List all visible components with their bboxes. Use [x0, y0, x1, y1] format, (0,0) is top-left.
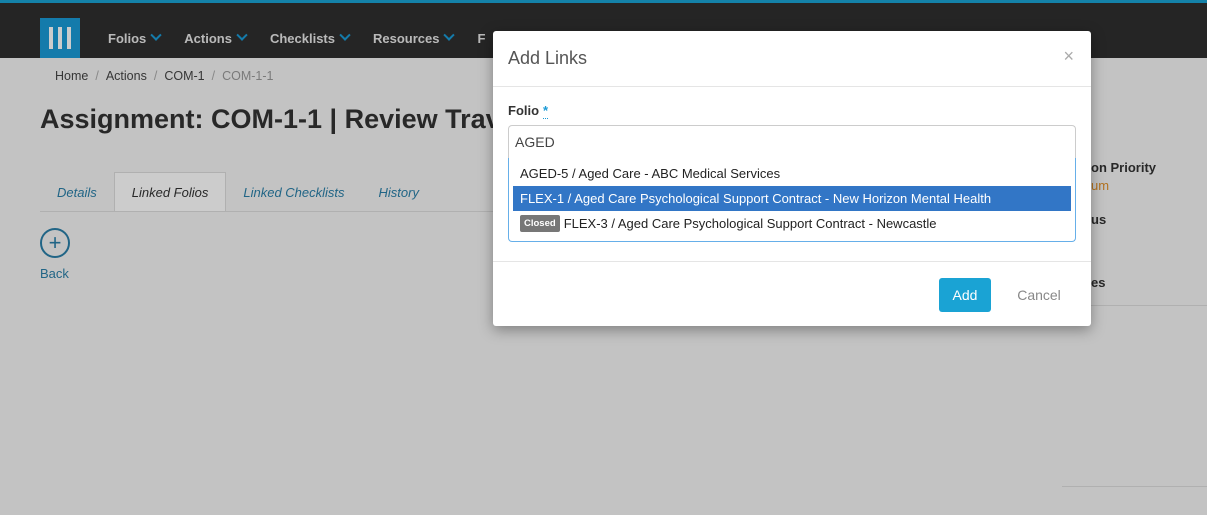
- folio-label: Folio *: [508, 103, 549, 119]
- closed-badge: Closed: [520, 215, 560, 232]
- modal-footer: Add Cancel: [493, 261, 1091, 326]
- add-links-modal: Add Links × Folio* AGED-5 / Aged Care - …: [493, 31, 1091, 326]
- folio-option[interactable]: Closed FLEX-3 / Aged Care Psychological S…: [513, 211, 1071, 236]
- required-marker: *: [543, 103, 549, 119]
- folio-search-input[interactable]: [508, 125, 1076, 158]
- folio-option[interactable]: AGED-5 / Aged Care - ABC Medical Service…: [513, 161, 1071, 186]
- folio-dropdown: AGED-5 / Aged Care - ABC Medical Service…: [508, 158, 1076, 242]
- add-button[interactable]: Add: [939, 278, 991, 312]
- close-icon[interactable]: ×: [1063, 46, 1074, 67]
- folio-option-highlighted[interactable]: FLEX-1 / Aged Care Psychological Support…: [513, 186, 1071, 211]
- cancel-button[interactable]: Cancel: [1009, 278, 1069, 312]
- modal-header: Add Links ×: [493, 31, 1091, 87]
- modal-title: Add Links: [508, 48, 588, 68]
